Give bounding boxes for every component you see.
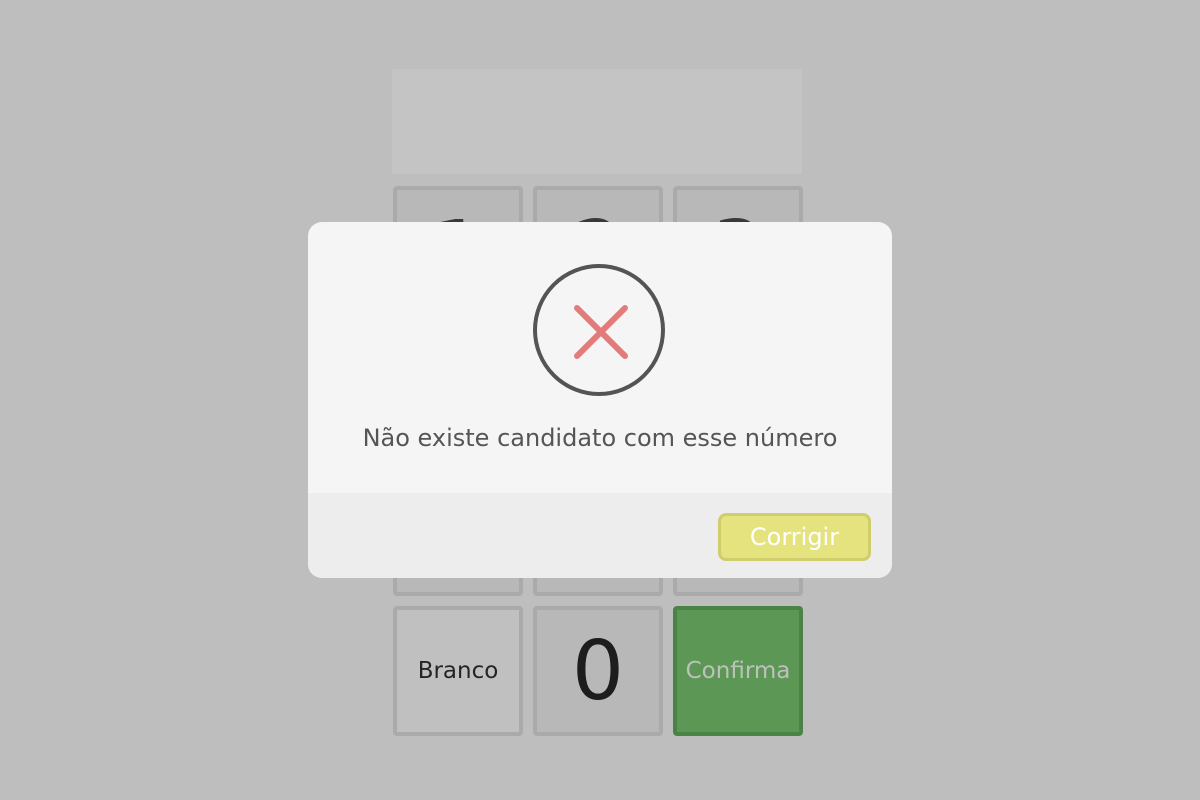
error-x-icon [533,264,665,396]
dialog-message: Não existe candidato com esse número [362,424,838,452]
dialog-body: Não existe candidato com esse número [308,222,892,493]
corrigir-button[interactable]: Corrigir [718,513,871,561]
dialog-footer: Corrigir [308,493,892,578]
error-dialog: Não existe candidato com esse número Cor… [308,222,892,578]
